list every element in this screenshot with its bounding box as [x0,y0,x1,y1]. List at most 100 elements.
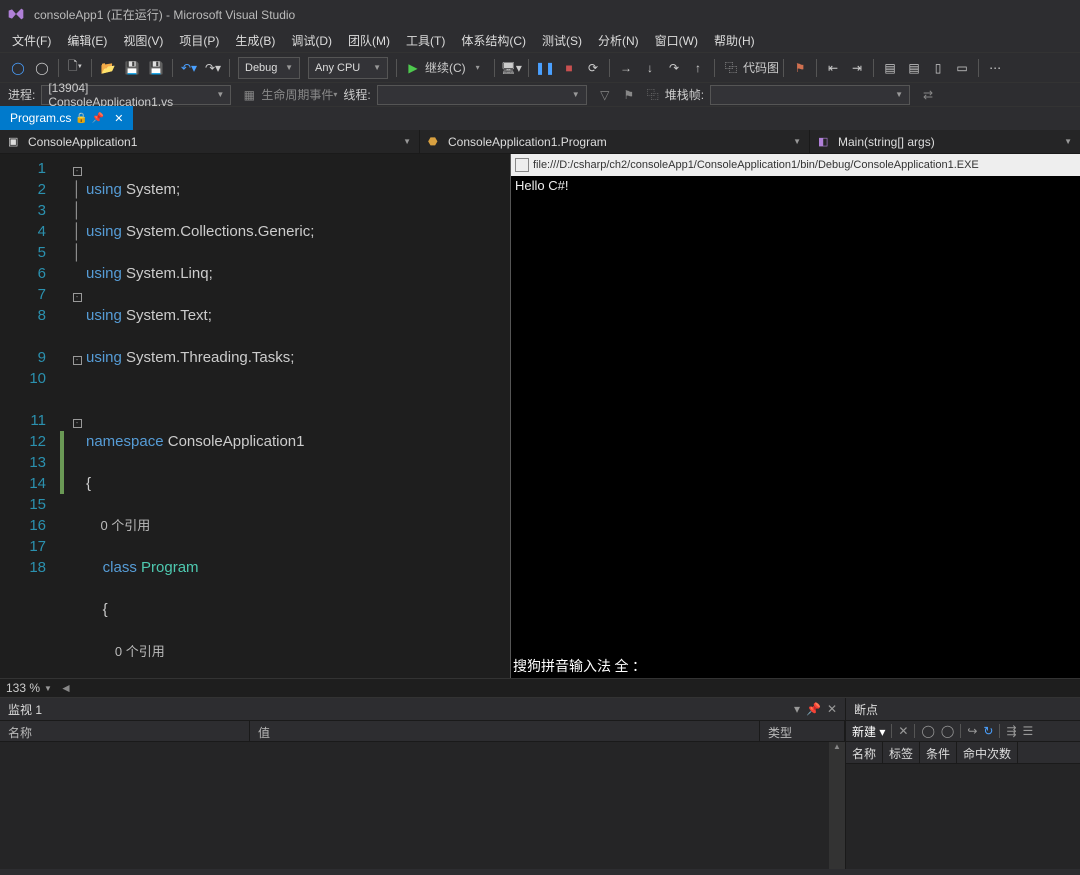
nav-method-combo[interactable]: ◧ Main(string[] args) ▼ [810,130,1080,153]
pause-button[interactable]: ❚❚ [535,57,555,79]
bp-body[interactable] [846,764,1080,869]
step-out-button[interactable]: ↑ [688,57,708,79]
close-icon[interactable]: ✕ [114,112,123,125]
thread-combo[interactable]: ▼ [377,85,587,105]
new-project-button[interactable]: 🗋▾ [65,57,85,79]
menu-view[interactable]: 视图(V) [115,29,171,52]
stop-button[interactable]: ■ [559,57,579,79]
pin-icon[interactable]: 📌 [92,113,104,124]
toolbar-extra-button[interactable]: ▭ [952,57,972,79]
process-combo[interactable]: [13904] ConsoleApplication1.vs▼ [41,85,231,105]
zoom-down-icon[interactable]: ▼ [44,684,52,693]
code-body[interactable]: using System; using System.Collections.G… [86,154,510,678]
menu-window[interactable]: 窗口(W) [647,29,706,52]
thread-label: 线程: [343,86,370,103]
bp-col-hit[interactable]: 命中次数 [957,742,1018,763]
bp-disable-icon[interactable]: ◯ [941,724,954,738]
menu-architecture[interactable]: 体系结构(C) [453,29,534,52]
flag-button[interactable]: ⚑ [790,57,810,79]
toolbar-more-button[interactable]: ⋯ [985,57,1005,79]
console-output[interactable]: Hello C#! 搜狗拼音输入法 全 ： [511,176,1080,678]
vs-logo-icon [8,8,24,20]
indent-button[interactable]: ⇥ [847,57,867,79]
bp-delete-icon[interactable]: ✕ [898,724,908,738]
bp-col-cond[interactable]: 条件 [920,742,957,763]
restart-button[interactable]: ⟳ [583,57,603,79]
menu-project[interactable]: 项目(P) [171,29,227,52]
stackframe-extra[interactable]: ⇄ [918,84,938,106]
window-title: consoleApp1 (正在运行) - Microsoft Visual St… [34,6,295,23]
code-editor[interactable]: 1234567 8 910 1112131415161718 -││││ - -… [0,154,510,678]
bp-new-button[interactable]: 新建 ▾ [852,723,885,740]
outline-gutter[interactable]: -││││ - - - [68,154,86,678]
comment-button[interactable]: ▤ [880,57,900,79]
continue-button[interactable]: ▶ [403,57,423,79]
breakpoints-panel: 断点 新建 ▾ ✕ ◯ ◯ ↪ ↻ ⇶ ☰ 名称 标签 条件 命中次数 [846,698,1080,869]
continue-label[interactable]: 继续(C) [425,59,466,76]
stackframe-combo[interactable]: ▼ [710,85,910,105]
watch-col-type[interactable]: 类型 [760,721,845,741]
redo-button[interactable]: ↷▾ [203,57,223,79]
menu-test[interactable]: 测试(S) [534,29,590,52]
platform-combo[interactable]: Any CPU▼ [308,57,388,79]
undo-button[interactable]: ↶▾ [179,57,199,79]
nav-fwd-button[interactable]: ◯ [32,57,52,79]
zoom-slider-icon[interactable]: ◄ [60,681,72,695]
menu-file[interactable]: 文件(F) [4,29,59,52]
step-into-button[interactable]: ↓ [640,57,660,79]
ime-status: 搜狗拼音输入法 全 ： [513,656,646,676]
watch-col-value[interactable]: 值 [250,721,760,741]
menu-edit[interactable]: 编辑(E) [59,29,115,52]
uncomment-button[interactable]: ▤ [904,57,924,79]
bookmark-button[interactable]: ▯ [928,57,948,79]
lifecycle-icon[interactable]: ▦ [239,84,259,106]
zoom-value[interactable]: 133 % [6,681,40,695]
browser-button[interactable]: 🖥▾ [501,57,522,79]
bp-cols-icon[interactable]: ☰ [1023,724,1034,738]
close-panel-icon[interactable]: ✕ [827,702,837,716]
menu-team[interactable]: 团队(M) [340,29,398,52]
dropdown-icon[interactable]: ▾ [794,702,800,716]
menu-build[interactable]: 生成(B) [227,29,283,52]
flag2-icon[interactable]: ⚑ [619,84,639,106]
nav-project-combo[interactable]: ▣ ConsoleApplication1 ▼ [0,130,420,153]
menu-analyze[interactable]: 分析(N) [590,29,647,52]
step-over-button[interactable]: ↷ [664,57,684,79]
lifecycle-label: 生命周期事件 [261,86,333,103]
bp-enable-icon[interactable]: ◯ [921,724,934,738]
menu-debug[interactable]: 调试(D) [283,29,340,52]
csharp-project-icon: ▣ [8,135,22,149]
bp-columns: 名称 标签 条件 命中次数 [846,742,1080,764]
threads-icon[interactable]: ⿻ [643,84,663,106]
pin-panel-icon[interactable]: 📌 [806,702,821,716]
watch-col-name[interactable]: 名称 [0,721,250,741]
watch-columns: 名称 值 类型 [0,720,845,742]
scrollbar[interactable]: ▲ [829,742,845,869]
editor-zone: 1234567 8 910 1112131415161718 -││││ - -… [0,154,1080,678]
menu-help[interactable]: 帮助(H) [706,29,763,52]
nav-class-combo[interactable]: ⬣ ConsoleApplication1.Program ▼ [420,130,810,153]
bp-refresh-icon[interactable]: ↻ [983,724,993,738]
save-all-button[interactable]: 💾 [146,57,166,79]
codemap-label[interactable]: 代码图 [743,59,779,76]
bp-export-icon[interactable]: ↪ [967,724,977,738]
menu-tools[interactable]: 工具(T) [398,29,453,52]
step-next-button[interactable]: → [616,57,636,79]
bp-col-label[interactable]: 标签 [883,742,920,763]
watch-body[interactable]: ▲ [0,742,845,869]
method-icon: ◧ [818,135,832,149]
codemap-icon[interactable]: ⿻ [721,57,741,79]
tab-label: Program.cs [10,111,71,125]
open-button[interactable]: 📂 [98,57,118,79]
bp-goto-icon[interactable]: ⇶ [1006,724,1016,738]
class-icon: ⬣ [428,135,442,149]
stackframe-label: 堆栈帧: [665,86,704,103]
outdent-button[interactable]: ⇤ [823,57,843,79]
filter-icon[interactable]: ▽ [595,84,615,106]
nav-back-button[interactable]: ◯ [8,57,28,79]
bp-col-name[interactable]: 名称 [846,742,883,763]
console-titlebar[interactable]: file:///D:/csharp/ch2/consoleApp1/Consol… [511,154,1080,176]
tab-programcs[interactable]: Program.cs 🔒 📌 ✕ [0,106,133,130]
save-button[interactable]: 💾 [122,57,142,79]
config-combo[interactable]: Debug▼ [238,57,300,79]
